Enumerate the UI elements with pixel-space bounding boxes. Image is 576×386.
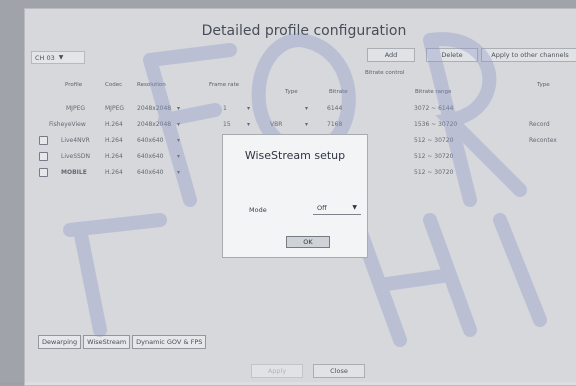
table-row[interactable]: FisheyeView H.264 2048x2048 ▾ 15 ▾ VBR ▾… (39, 118, 576, 134)
chevron-down-icon[interactable]: ▾ (177, 153, 180, 160)
bitrate-header: Bitrate (329, 89, 348, 95)
close-button[interactable]: Close (313, 364, 365, 378)
channel-value: CH 03 (35, 53, 55, 62)
chevron-down-icon[interactable]: ▾ (177, 169, 180, 176)
settings-tabs: Dewarping WiseStream Dynamic GOV & FPS (38, 335, 207, 349)
bitrate-value[interactable]: 6144 (327, 105, 342, 112)
profile-name: Live4NVR (61, 137, 90, 144)
bitrate-range-value: 512 ~ 30720 (414, 153, 454, 160)
chevron-down-icon: ▼ (352, 204, 357, 211)
bitrate-range-value: 512 ~ 30720 (414, 169, 454, 176)
codec-value: MJPEG (105, 105, 125, 112)
fps-value[interactable]: 15 (223, 121, 231, 128)
bitrate-range-value: 3072 ~ 6144 (414, 105, 454, 112)
table-row[interactable]: MJPEG MJPEG 2048x2048 ▾ 1 ▾ ▾ 6144 3072 … (39, 102, 576, 118)
tab-wisestream[interactable]: WiseStream (83, 335, 131, 349)
page-title: Detailed profile configuration (201, 23, 407, 39)
type-value: Recontex (529, 137, 557, 144)
codec-value: H.264 (105, 121, 123, 128)
frame-rate-header: Frame rate (209, 82, 240, 88)
resolution-header: Resolution (137, 82, 166, 88)
chevron-down-icon[interactable]: ▾ (247, 121, 250, 128)
mode-label: Mode (249, 206, 267, 214)
mode-select[interactable]: Off ▼ (313, 201, 361, 215)
profile-name: MOBILE (61, 169, 87, 176)
profile-name: MJPEG (66, 105, 86, 112)
apply-button[interactable]: Apply (251, 364, 303, 378)
tab-dynamic-gov-fps[interactable]: Dynamic GOV & FPS (132, 335, 207, 349)
wisestream-dialog: WiseStream setup Mode Off ▼ OK (222, 134, 368, 258)
bitrate-range-value: 1536 ~ 30720 (414, 121, 458, 128)
codec-value: H.264 (105, 153, 123, 160)
chevron-down-icon[interactable]: ▾ (177, 105, 180, 112)
bitrate-value[interactable]: 7168 (327, 121, 342, 128)
chevron-down-icon[interactable]: ▾ (305, 121, 308, 128)
bitrate-range-header: Bitrate range (415, 89, 452, 95)
dialog-title: WiseStream setup (244, 149, 346, 162)
delete-button[interactable]: Delete (426, 48, 478, 62)
ok-button[interactable]: OK (286, 236, 330, 248)
row-checkbox[interactable] (39, 136, 48, 145)
apply-to-other-channels-button[interactable]: Apply to other channels (481, 48, 576, 62)
chevron-down-icon[interactable]: ▾ (305, 105, 308, 112)
type-value: Record (529, 121, 550, 128)
mode-value: Off (317, 203, 327, 212)
chevron-down-icon[interactable]: ▾ (177, 121, 180, 128)
codec-value: H.264 (105, 169, 123, 176)
codec-header: Codec (105, 82, 123, 88)
resolution-value[interactable]: 2048x2048 (137, 105, 171, 112)
add-button[interactable]: Add (367, 48, 415, 62)
bitrate-control-header: Bitrate control (365, 70, 405, 76)
profile-name: LiveSSDN (61, 153, 90, 160)
resolution-value[interactable]: 2048x2048 (137, 121, 171, 128)
row-checkbox[interactable] (39, 168, 48, 177)
brc-type-header: Type (285, 89, 298, 95)
resolution-value[interactable]: 640x640 (137, 153, 163, 160)
chevron-down-icon[interactable]: ▾ (247, 105, 250, 112)
profile-header: Profile (65, 82, 83, 88)
brc-type-value[interactable]: VBR (270, 121, 282, 128)
chevron-down-icon[interactable]: ▾ (177, 137, 180, 144)
fps-value[interactable]: 1 (223, 105, 227, 112)
chevron-down-icon: ▼ (58, 54, 64, 61)
codec-value: H.264 (105, 137, 123, 144)
profile-name: FisheyeView (49, 121, 86, 128)
type-header: Type (537, 82, 550, 88)
resolution-value[interactable]: 640x640 (137, 137, 163, 144)
bitrate-range-value: 512 ~ 30720 (414, 137, 454, 144)
resolution-value[interactable]: 640x640 (137, 169, 163, 176)
row-checkbox[interactable] (39, 152, 48, 161)
tab-dewarping[interactable]: Dewarping (38, 335, 82, 349)
channel-select[interactable]: CH 03 ▼ (31, 51, 85, 64)
